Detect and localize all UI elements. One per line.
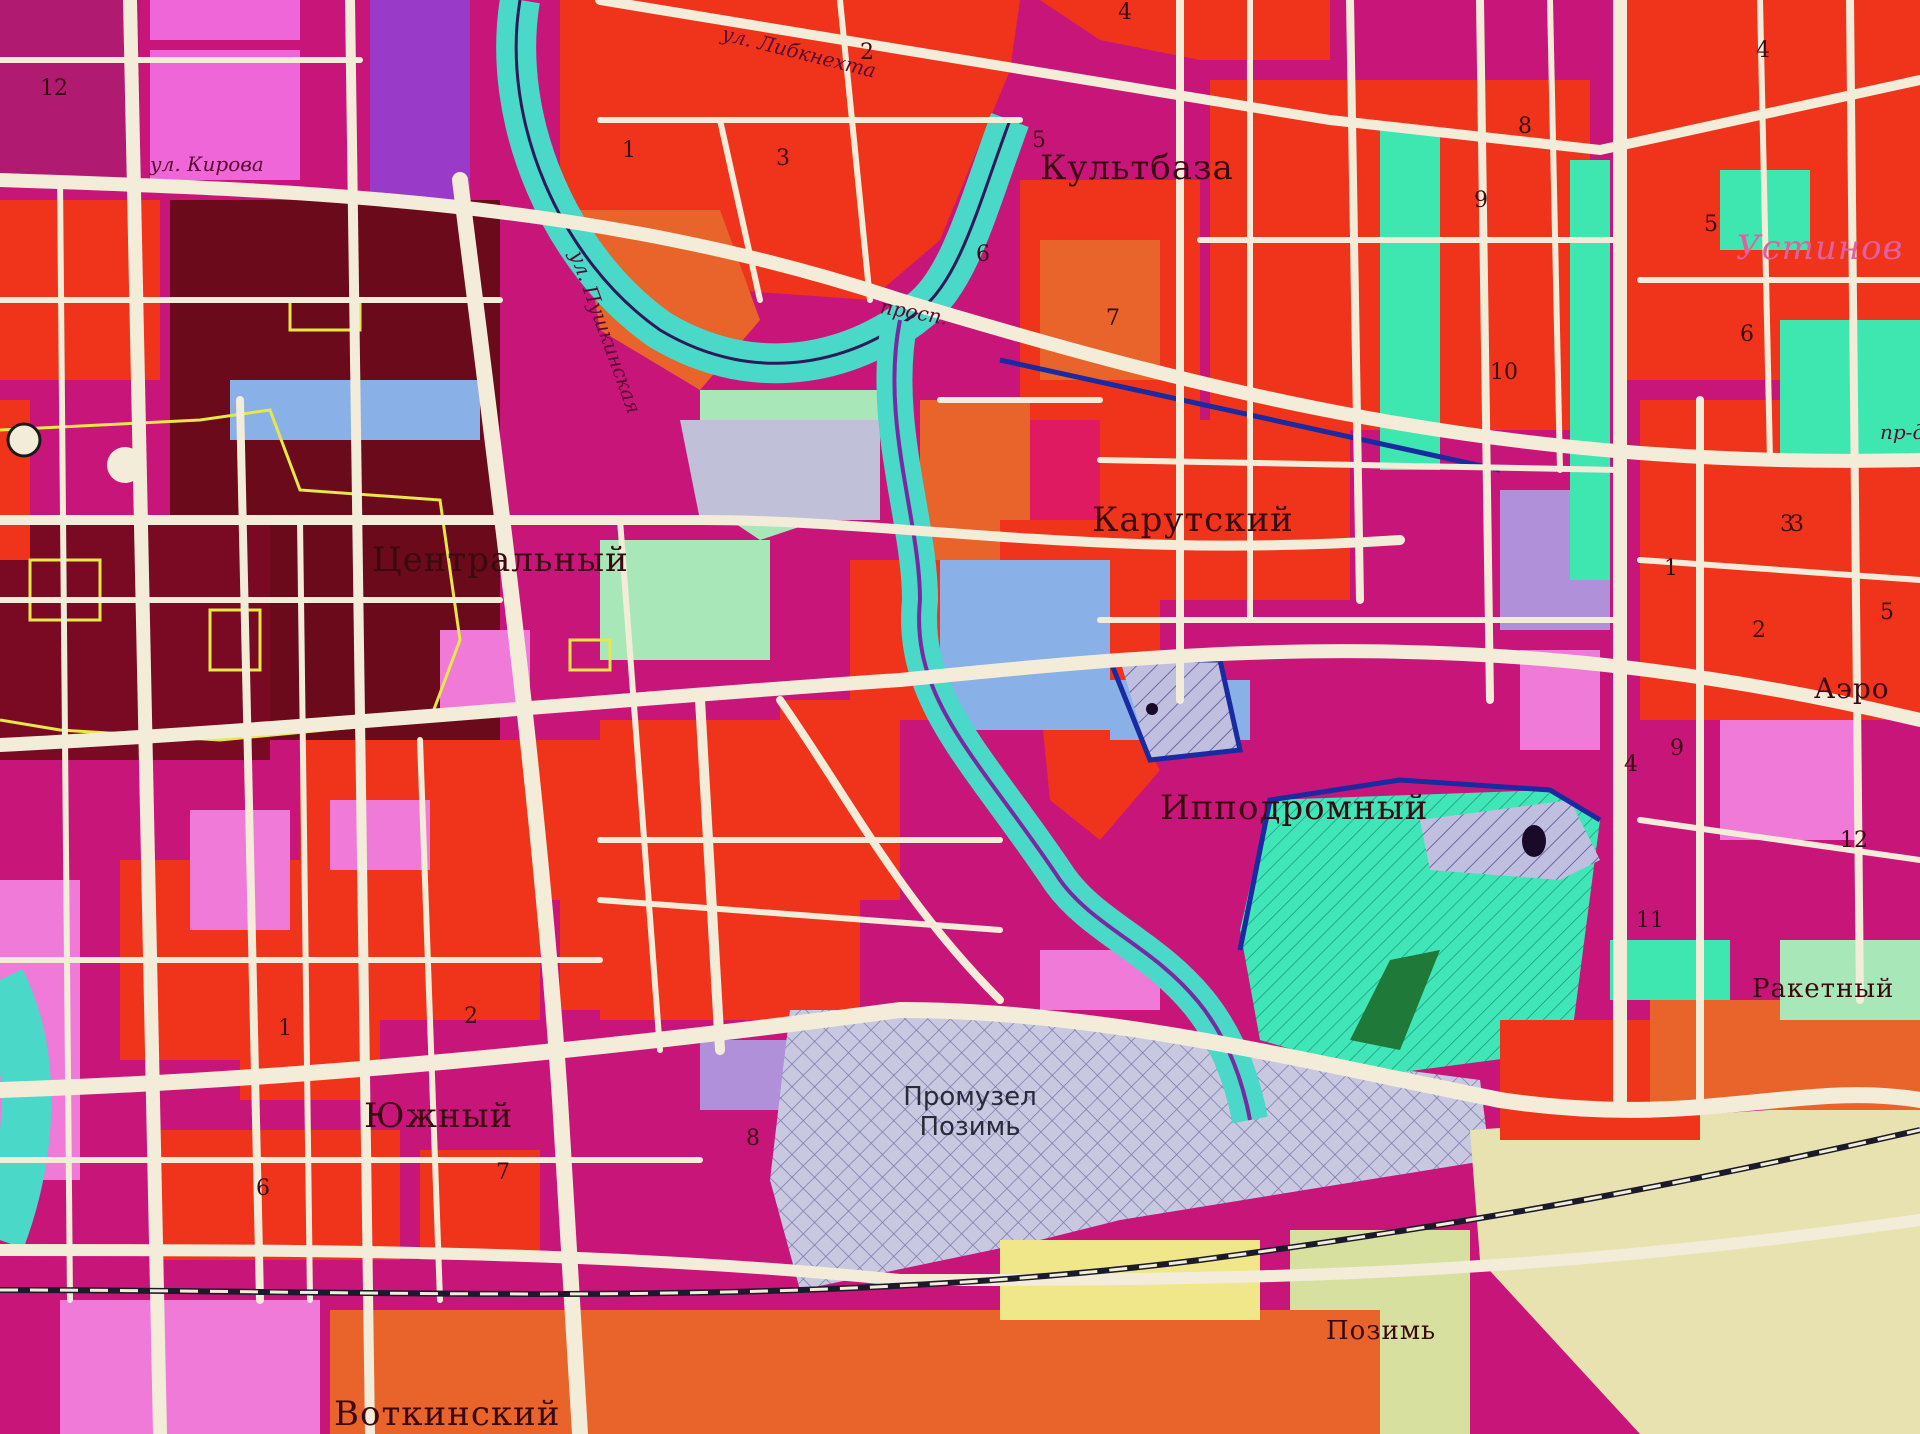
district-label-karutsky: Карутский [1092, 500, 1294, 540]
point-marker-icon [1146, 703, 1158, 715]
street-label-molod: пр-д [1880, 420, 1920, 444]
district-label-raketny: Ракетный [1752, 974, 1895, 1004]
district-label-pozim: Позимь [1326, 1316, 1437, 1346]
district-label-votkinsky: Воткинский [334, 1394, 561, 1434]
roundabout-icon [107, 447, 143, 483]
block-number: 7 [1106, 306, 1120, 331]
industrial-zone-label: Промузел Позимь [860, 1082, 1080, 1142]
district-label-tsentralny: Центральный [372, 540, 629, 580]
block-number: 4 [1118, 0, 1132, 25]
district-label-ippodromny: Ипподромный [1160, 788, 1429, 828]
block-number: 5 [1032, 128, 1046, 153]
block-number: 3 [776, 146, 790, 171]
district-label-aero: Аэро [1814, 672, 1890, 705]
block-number: 5 [1704, 212, 1718, 237]
block-number: 5 [1880, 600, 1894, 625]
street-label-kirova: ул. Кирова [150, 152, 264, 176]
industrial-zone-line2: Позимь [919, 1112, 1021, 1142]
zoning-map[interactable] [0, 0, 1920, 1434]
district-label-kultbaza: Культбаза [1040, 148, 1234, 188]
block-number: 2 [1752, 618, 1766, 643]
block-number: 4 [1756, 38, 1770, 63]
block-number: 6 [976, 242, 990, 267]
block-number: 9 [1474, 188, 1488, 213]
block-number: 8 [1518, 114, 1532, 139]
block-number: 11 [1636, 908, 1664, 933]
zoom-marker-icon [6, 422, 42, 458]
block-number: 8 [746, 1126, 760, 1151]
block-number: 3 [1790, 512, 1804, 537]
block-number: 10 [1490, 360, 1518, 385]
district-label-yuzhny: Южный [364, 1096, 514, 1136]
block-number: 12 [40, 76, 68, 101]
industrial-zone-line1: Промузел [903, 1082, 1037, 1112]
block-number: 2 [464, 1004, 478, 1029]
block-number: 1 [278, 1016, 292, 1041]
block-number: 6 [1740, 322, 1754, 347]
block-number: 6 [256, 1176, 270, 1201]
district-label-ustinovsky: Устинов [1736, 228, 1904, 268]
block-number: 9 [1670, 736, 1684, 761]
block-number: 1 [1664, 556, 1678, 581]
block-number: 12 [1840, 828, 1868, 853]
block-number: 4 [1624, 752, 1638, 777]
block-number: 7 [496, 1160, 510, 1185]
block-number: 1 [622, 138, 636, 163]
block-number: 2 [860, 40, 874, 65]
stadium-marker-icon [1522, 825, 1546, 857]
